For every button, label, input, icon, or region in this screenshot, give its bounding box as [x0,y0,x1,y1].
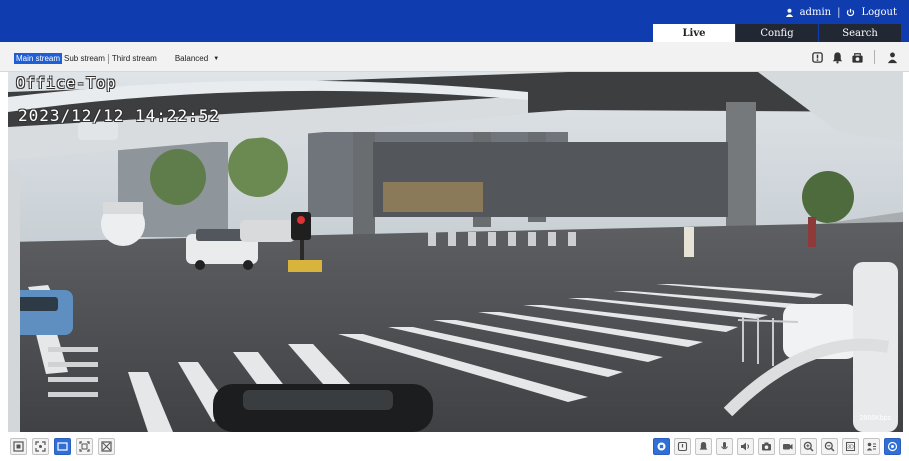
alarm-out-icon[interactable] [810,50,824,64]
user-separator: | [837,7,841,18]
logout-link[interactable]: Logout [861,7,897,18]
record-alarm-icon[interactable] [850,50,864,64]
quality-value: Balanced [174,54,209,63]
chevron-down-icon: ▼ [213,55,220,62]
fit-icon[interactable] [32,438,49,455]
zoom-in-icon[interactable] [800,438,817,455]
tab-search[interactable]: Search [819,24,901,42]
bitrate-readout: 2866Kbps [859,415,891,422]
toolbar-divider [874,50,875,64]
user-icon [785,8,794,17]
original-size-icon[interactable] [10,438,27,455]
quality-dropdown[interactable]: Balanced ▼ [175,54,219,63]
main-nav-tabs: Live Config Search [652,24,901,42]
face-icon[interactable] [863,438,880,455]
logout-icon[interactable] [846,8,855,17]
osd-camera-name: Office-Top [16,74,117,92]
speaker-icon[interactable] [737,438,754,455]
alarm-icon[interactable] [695,438,712,455]
live-control-buttons: 3D [653,438,901,455]
osd-timestamp: 2023/12/12 14:22:52 [18,106,221,125]
top-right-tools [810,50,899,64]
live-video-view[interactable]: Office-Top 2023/12/12 14:22:52 2866Kbps [8,72,903,432]
app-header: admin | Logout Live Config Search [0,0,909,42]
crop-icon[interactable] [98,438,115,455]
3d-position-icon[interactable]: 3D [842,438,859,455]
user-bar: admin | Logout [785,7,897,18]
svg-text:3D: 3D [847,445,854,451]
sub-stream-button[interactable]: Sub stream [62,53,107,64]
zoom-area-icon[interactable] [76,438,93,455]
fullscreen-icon[interactable] [54,438,71,455]
person-icon[interactable] [885,50,899,64]
third-stream-button[interactable]: Third stream [110,53,159,64]
camera-scene [8,72,903,432]
alarm-out-icon[interactable] [674,438,691,455]
tab-live[interactable]: Live [653,24,735,42]
main-stream-button[interactable]: Main stream [14,53,63,64]
stop-icon[interactable] [653,438,670,455]
tab-config[interactable]: Config [736,24,818,42]
stream-divider [107,53,109,64]
ptz-icon[interactable] [884,438,901,455]
zoom-out-icon[interactable] [821,438,838,455]
view-mode-buttons [10,438,115,455]
snapshot-icon[interactable] [758,438,775,455]
stream-selector: Main stream Sub stream Third stream Bala… [14,53,219,64]
record-icon[interactable] [779,438,796,455]
stream-toolbar: Main stream Sub stream Third stream Bala… [0,42,909,72]
bottom-toolbar: 3D [0,433,909,461]
alarm-icon[interactable] [830,50,844,64]
user-name[interactable]: admin [800,7,831,18]
microphone-icon[interactable] [716,438,733,455]
